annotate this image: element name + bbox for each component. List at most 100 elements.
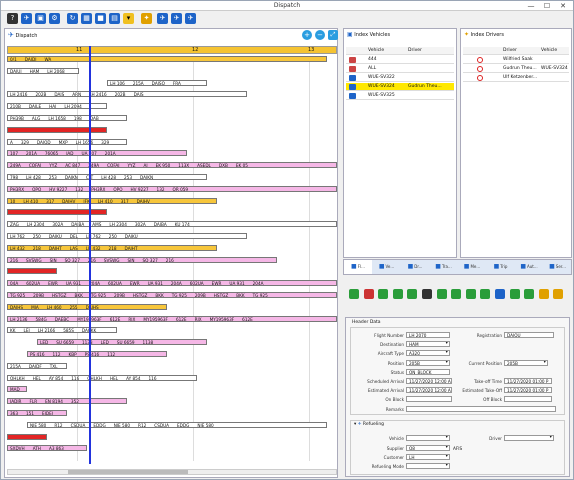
gantt-bar[interactable] (7, 126, 107, 133)
gantt-bar[interactable] (7, 209, 107, 216)
vehicle-add-icon[interactable] (451, 289, 462, 299)
destination-select[interactable]: HAM (406, 341, 450, 347)
minimize-button[interactable]: — (523, 1, 539, 11)
calendar-icon[interactable]: ▤ (109, 13, 120, 24)
fit-icon[interactable]: ⤢ (328, 30, 338, 40)
gantt-bar[interactable]: 215A DAIDF TXL (7, 362, 67, 369)
gantt-bar[interactable]: LH 2416 202B DAIS ARN LH 2416 202B DAIS (7, 91, 247, 98)
car-check-icon[interactable] (480, 289, 491, 299)
gantt-bar[interactable]: 107 201A 76065 IAD UA 107 201A (7, 150, 187, 157)
tab-service[interactable]: ■Ser... (544, 260, 572, 274)
person-icon[interactable] (538, 289, 549, 299)
fuel-icon[interactable] (407, 289, 418, 299)
gantt-bar[interactable]: ZAG LH 2304 302A DAIBA AMS LH 2304 302A DAIBA KU… (7, 221, 337, 228)
gantt-bar[interactable]: TG 925 209B HSTGZ BKK TG 925 209B HSTGZ BKK TG 9… (7, 292, 337, 298)
flight-board-icon[interactable]: ✈ (157, 13, 168, 24)
collapse-icon[interactable]: ▾ (354, 422, 356, 427)
filter-icon[interactable]: ▾ (123, 13, 134, 24)
refueling-mode-select[interactable] (406, 463, 450, 469)
check-icon[interactable] (349, 289, 359, 299)
tab-truck[interactable]: ■Ve... (373, 260, 401, 274)
download-icon[interactable] (524, 289, 535, 299)
vehicle-icon[interactable]: ▣ (35, 13, 46, 24)
tab-trip[interactable]: ■Trip (487, 260, 515, 274)
table-row[interactable]: 444 (346, 56, 454, 64)
table-row[interactable]: ALL (346, 65, 454, 73)
gantt-bar[interactable]: OHLKH HEL AY 854 116 OHLKH HEL AY 854 116 (7, 374, 197, 381)
off-block-field[interactable] (504, 396, 552, 402)
gantt-bar[interactable]: IADJR FLR EN 8194 352 (7, 398, 127, 405)
refresh-icon[interactable]: ↻ (67, 13, 78, 24)
grid-icon[interactable]: ▦ (81, 13, 92, 24)
table-row[interactable]: Gudrun Theu... WUE-SV324 (463, 65, 569, 73)
gantt-bar[interactable]: MAD UX (7, 386, 27, 393)
estimated-arrival-field[interactable]: 11/27/2020 12:00 A (406, 387, 452, 393)
airplane-icon[interactable]: ✈ (21, 13, 32, 24)
fuel-up-icon[interactable] (509, 289, 520, 299)
flight-number-field[interactable]: LH 2070 (406, 332, 450, 338)
aircraft-type-select[interactable]: A320 (406, 350, 450, 356)
driver-select[interactable] (504, 435, 554, 441)
gantt-bar[interactable]: LH 432 218 DAIHT LAS LH 432 218 DAIHT (7, 244, 217, 251)
cancel-icon[interactable] (363, 289, 374, 299)
help-icon[interactable]: ? (7, 13, 18, 24)
table-row[interactable]: WUE-SV322 (346, 74, 454, 82)
pin-icon[interactable] (378, 289, 389, 299)
supplier-select[interactable]: Q8 (406, 445, 450, 451)
gantt-bar[interactable]: 363 151 EIDEJ (7, 410, 67, 416)
tag-icon[interactable] (465, 289, 476, 299)
person-group-icon[interactable] (553, 289, 564, 299)
table-row[interactable]: WUE-SV325 (346, 92, 454, 100)
gantt-bar[interactable] (7, 433, 47, 440)
gantt-bar[interactable]: LH 762 250 DAIKU DEL LH 762 250 DAIKU (7, 233, 247, 239)
refueling-header[interactable]: ▾ ✈ Refueling (354, 422, 384, 427)
gantt-bar[interactable]: KKLEJLH 2166585SDACKK (7, 327, 117, 334)
gantt-bar[interactable]: 249A COFAJ YYZ AC 847 249A COFAJ YYZ AI EK 950 11… (7, 162, 337, 169)
gantt-bar[interactable]: SXDVH ATH A3 863 (7, 445, 87, 452)
status-field[interactable]: ON_BLOCK (406, 369, 450, 375)
gantt-bar[interactable]: PH3RX OPO HV 9227 132 PH3RX OPO HV 9227 132 QR 0… (7, 185, 337, 192)
zoom-in-icon[interactable]: + (302, 30, 312, 40)
close-button[interactable]: ✕ (555, 1, 571, 11)
takeoff-time-field[interactable]: 11/27/2020 01:00 P (504, 378, 552, 384)
gantt-bar[interactable]: DAIHS MIA LH 460 255 DAIHS (7, 303, 167, 310)
gantt-bar[interactable]: 10 LH 410 317 DAIHV JFK LH 410 317 DAIHV (7, 197, 217, 204)
tab-auto[interactable]: ■Aut... (515, 260, 543, 274)
on-block-field[interactable] (406, 396, 452, 402)
link-icon[interactable] (495, 289, 505, 299)
gantt-bar[interactable]: 04A 602UA EWR UA 931 204A 602UA EWR UA 931 204A 6… (7, 280, 337, 287)
gantt-bar[interactable]: LH 2136 584G DAEBC MY195963F 612E RIX MY195963… (7, 315, 337, 322)
estimated-takeoff-field[interactable]: 11/27/2020 01:00 P (504, 387, 552, 393)
current-position-select[interactable]: 205B (504, 360, 548, 366)
table-row[interactable]: WUE-SV324 Gudrun Theu... (346, 83, 454, 91)
assign-icon[interactable] (392, 289, 403, 299)
remarks-field[interactable] (406, 406, 556, 412)
arrival-icon[interactable]: ✈ (171, 13, 182, 24)
tab-train[interactable]: ■Tra... (430, 260, 458, 274)
runner-icon[interactable]: ✦ (141, 13, 152, 24)
customer-select[interactable]: LH (406, 454, 450, 460)
gantt-bar[interactable]: 210B DAILE HAJ LH 2094 (7, 103, 107, 110)
table-row[interactable]: Wilfried Saak (463, 56, 569, 64)
horizontal-scrollbar[interactable] (7, 469, 337, 475)
gantt-bar[interactable]: A 329 DAIQD MXP LH 1656 329 (7, 138, 127, 145)
gantt-bar[interactable]: 0/1 DAIDI WA (7, 56, 327, 62)
position-select[interactable]: 205B (406, 360, 450, 366)
table-row[interactable]: Ulf Ketzenber... (463, 74, 569, 82)
gantt-bar[interactable]: LED SU 6659 1138 LED SU 6659 1138 (37, 339, 207, 346)
gantt-bar[interactable]: LH 106 215A DAISQ FRA (107, 79, 207, 86)
gantt-bar[interactable]: DAIUI HAM LH 2068 (7, 67, 79, 74)
gantt-bar[interactable]: 216 SVSWG SIN SQ 327 216 SVSWG SIN SQ 327 216 (7, 256, 277, 263)
departure-icon[interactable]: ✈ (185, 13, 196, 24)
zoom-out-icon[interactable]: − (315, 30, 325, 40)
car-icon[interactable] (436, 289, 447, 299)
tab-message[interactable]: ■Me... (458, 260, 486, 274)
truck-icon[interactable]: ■ (95, 13, 106, 24)
vehicle-select[interactable] (406, 435, 450, 441)
registration-field[interactable]: DAIQU (504, 332, 554, 338)
print-icon[interactable] (422, 289, 432, 299)
gantt-bar[interactable]: PH39B ALG LH 1658 198 DAB (7, 115, 127, 121)
tab-runner[interactable]: ■Dr... (401, 260, 429, 274)
gear-icon[interactable]: ⚙ (49, 13, 60, 24)
gantt-bar[interactable]: NJE 580 R12 CSDUA EDDG NJE 580 R12 CSDUA EDDG NJ… (27, 421, 327, 428)
